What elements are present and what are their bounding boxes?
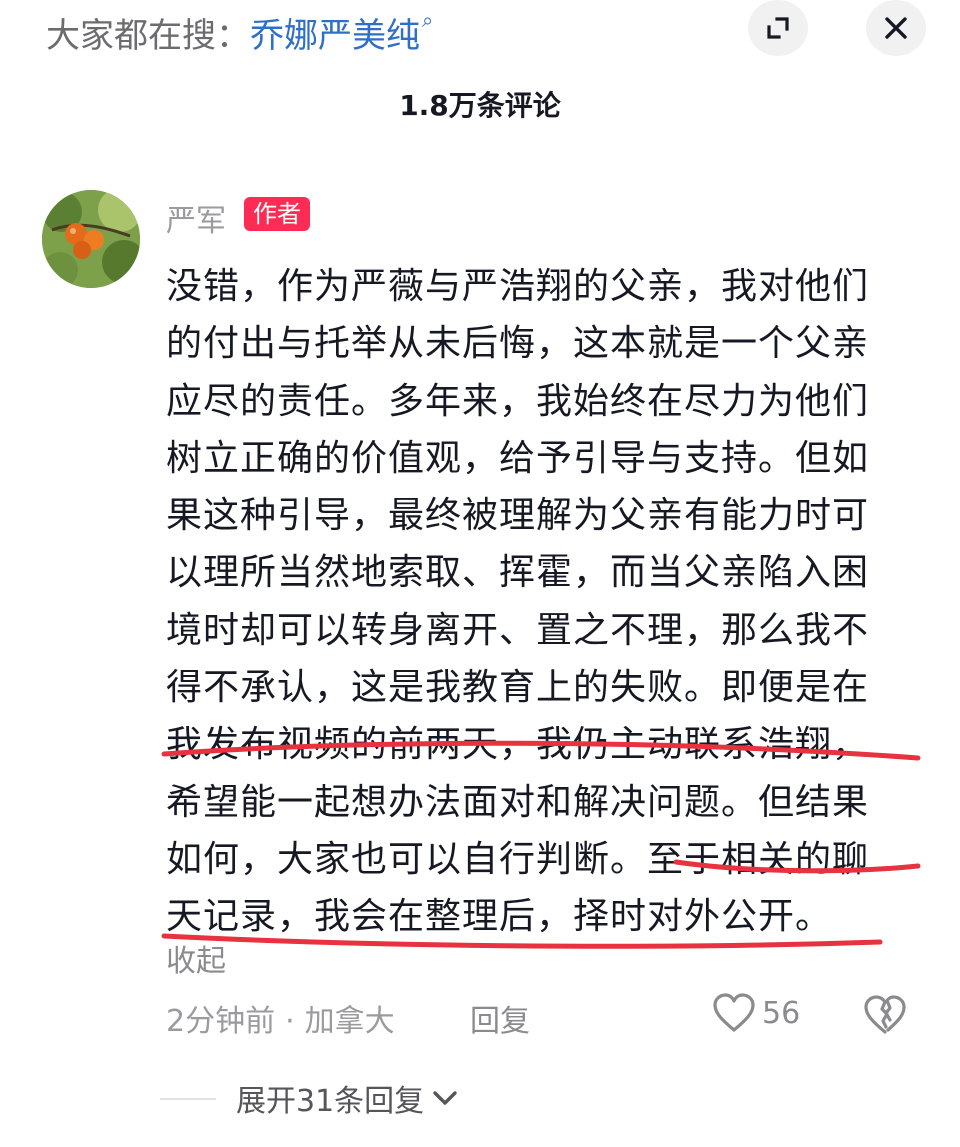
search-icon: ⌕: [422, 8, 434, 32]
author-name[interactable]: 严军: [166, 196, 226, 240]
reply-button[interactable]: 回复: [470, 996, 530, 1040]
comment-count-title: 1.8万条评论: [399, 89, 561, 122]
comment-time: 2分钟前: [166, 1004, 276, 1039]
heart-icon: [713, 993, 755, 1032]
expand-replies-button[interactable]: 展开31条回复: [236, 1076, 460, 1120]
like-button[interactable]: 56: [712, 992, 800, 1034]
comment-location: 加拿大: [304, 1004, 395, 1039]
comment-panel: 大家都在搜： 乔娜严美纯 ⌕ 1.8万条评论 严军 作者 没错，作为严薇与严浩翔…: [0, 0, 960, 1147]
comment-line: 得不承认，这是我教育上的失败。即便是在: [166, 667, 870, 709]
expand-replies-label: 展开31条回复: [236, 1084, 425, 1119]
comment-line: 的付出与托举从未后悔，这本就是一个父亲: [166, 323, 870, 365]
comment-line: 如何，大家也可以自行判断。至于相关的聊: [166, 838, 870, 880]
expand-button[interactable]: [748, 0, 808, 56]
collapse-link[interactable]: 收起: [166, 936, 226, 980]
comment-line: 应尽的责任。多年来，我始终在尽力为他们: [166, 380, 870, 422]
comment-line: 树立正确的价值观，给予引导与支持。但如: [166, 437, 870, 479]
search-suggestion[interactable]: 大家都在搜： 乔娜严美纯 ⌕: [46, 6, 433, 58]
comment-line: 果这种引导，最终被理解为父亲有能力时可: [166, 495, 870, 537]
comment-line: 天记录，我会在整理后，择时对外公开。: [166, 896, 833, 938]
expand-icon: [767, 17, 789, 39]
comment-line: 境时却可以转身离开、置之不理，那么我不: [166, 609, 870, 651]
replies-divider: [160, 1098, 216, 1100]
comment-meta: 2分钟前 · 加拿大: [166, 996, 395, 1040]
broken-heart-icon: [864, 995, 906, 1034]
close-button[interactable]: [866, 0, 926, 56]
search-suggestion-prefix: 大家都在搜：: [46, 15, 250, 56]
like-count: 56: [762, 995, 801, 1031]
comment-line: 希望能一起想办法面对和解决问题。但结果: [166, 781, 870, 823]
search-suggestion-term[interactable]: 乔娜严美纯: [250, 8, 420, 57]
chevron-down-icon: [433, 1091, 457, 1105]
avatar-image: [42, 190, 140, 288]
meta-separator: ·: [285, 1004, 295, 1039]
avatar[interactable]: [42, 190, 140, 288]
comment-line: 以理所当然地索取、挥霍，而当父亲陷入困: [166, 552, 870, 594]
comment-line: 我发布视频的前两天，我仍主动联系浩翔，: [166, 724, 870, 766]
dislike-button[interactable]: [862, 994, 908, 1040]
close-icon: [885, 17, 907, 39]
author-badge: 作者: [244, 197, 310, 231]
comment-text: 没错，作为严薇与严浩翔的父亲，我对他们 的付出与托举从未后悔，这本就是一个父亲 …: [166, 258, 926, 946]
comment-line: 没错，作为严薇与严浩翔的父亲，我对他们: [166, 266, 870, 307]
